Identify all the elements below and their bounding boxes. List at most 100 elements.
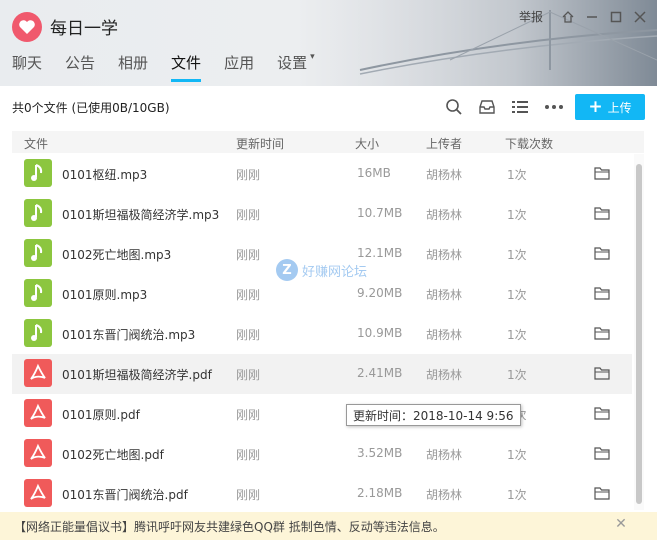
- file-uploader: 胡杨林: [426, 368, 463, 382]
- open-folder-icon[interactable]: [594, 286, 610, 300]
- file-time: 刚刚: [236, 448, 261, 462]
- tab-chat[interactable]: 聊天: [12, 52, 42, 79]
- file-size: 16MB: [357, 166, 391, 180]
- file-size: 3.52MB: [357, 446, 403, 460]
- search-icon[interactable]: [445, 98, 463, 116]
- file-name[interactable]: 0101东晋门阀统治.mp3: [62, 326, 195, 343]
- open-folder-icon[interactable]: [594, 366, 610, 380]
- watermark: Z 好赚网论坛: [276, 259, 367, 281]
- file-size: 2.18MB: [357, 486, 403, 500]
- file-name[interactable]: 0101原则.mp3: [62, 286, 147, 303]
- file-time: 刚刚: [236, 208, 261, 222]
- file-uploader: 胡杨林: [426, 168, 463, 182]
- file-downloads: 1次: [507, 448, 527, 462]
- skin-icon[interactable]: [561, 10, 575, 24]
- file-size: 10.9MB: [357, 326, 403, 340]
- list-view-icon[interactable]: [511, 98, 529, 116]
- file-time: 刚刚: [236, 168, 261, 182]
- file-size: 10.7MB: [357, 206, 403, 220]
- file-name[interactable]: 0102死亡地图.pdf: [62, 446, 164, 463]
- tab-bar: 聊天 公告 相册 文件 应用 设置 ▾: [12, 52, 338, 82]
- close-icon[interactable]: [633, 10, 647, 24]
- file-row[interactable]: 0101东晋门阀统治.mp3 刚刚 10.9MB 胡杨林 1次: [12, 314, 632, 354]
- tab-album[interactable]: 相册: [118, 52, 148, 79]
- file-name[interactable]: 0102死亡地图.mp3: [62, 246, 171, 263]
- group-name: 每日一学: [50, 19, 118, 39]
- pdf-file-icon: [24, 479, 52, 507]
- open-folder-icon[interactable]: [594, 446, 610, 460]
- file-time: 刚刚: [236, 288, 261, 302]
- pdf-file-icon: [24, 359, 52, 387]
- pdf-file-icon: [24, 439, 52, 467]
- open-folder-icon[interactable]: [594, 166, 610, 180]
- file-name[interactable]: 0101枢纽.mp3: [62, 166, 147, 183]
- file-downloads: 1次: [507, 288, 527, 302]
- col-uploader[interactable]: 上传者: [426, 135, 462, 152]
- report-button[interactable]: 举报: [519, 8, 543, 25]
- file-row[interactable]: 0101枢纽.mp3 刚刚 16MB 胡杨林 1次: [12, 154, 632, 194]
- group-logo-heart-icon: [12, 12, 42, 42]
- file-table-header: 文件 更新时间 大小 上传者 下载次数: [12, 131, 644, 153]
- file-row[interactable]: 0101东晋门阀统治.pdf 刚刚 2.18MB 胡杨林 1次: [12, 474, 632, 510]
- music-file-icon: [24, 199, 52, 227]
- minimize-icon[interactable]: [585, 10, 599, 24]
- col-downloads[interactable]: 下载次数: [505, 135, 553, 152]
- file-downloads: 1次: [507, 328, 527, 342]
- file-row[interactable]: 0101斯坦福极简经济学.mp3 刚刚 10.7MB 胡杨林 1次: [12, 194, 632, 234]
- file-time: 刚刚: [236, 368, 261, 382]
- open-folder-icon[interactable]: [594, 326, 610, 340]
- notice-bar: 【网络正能量倡议书】腾讯呼吁网友共建绿色QQ群 抵制色情、反动等违法信息。 ✕: [0, 512, 657, 540]
- file-size: 2.41MB: [357, 366, 403, 380]
- file-size: 9.20MB: [357, 286, 403, 300]
- watermark-logo-icon: Z: [276, 259, 298, 281]
- notice-text[interactable]: 【网络正能量倡议书】腾讯呼吁网友共建绿色QQ群 抵制色情、反动等违法信息。: [14, 518, 445, 535]
- update-time-tooltip: 更新时间：2018-10-14 9:56: [346, 404, 521, 426]
- file-row[interactable]: 0101原则.pdf刚刚1次: [12, 394, 632, 434]
- upload-button[interactable]: + 上传: [575, 94, 645, 120]
- inbox-icon[interactable]: [478, 98, 496, 116]
- col-file[interactable]: 文件: [24, 135, 48, 152]
- file-row[interactable]: 0101斯坦福极简经济学.pdf 刚刚 2.41MB 胡杨林 1次: [12, 354, 632, 394]
- open-folder-icon[interactable]: [594, 486, 610, 500]
- open-folder-icon[interactable]: [594, 246, 610, 260]
- file-uploader: 胡杨林: [426, 288, 463, 302]
- file-downloads: 1次: [507, 488, 527, 502]
- more-icon[interactable]: [544, 98, 563, 116]
- plus-icon: +: [588, 96, 603, 117]
- file-uploader: 胡杨林: [426, 488, 463, 502]
- file-list: 0101枢纽.mp3 刚刚 16MB 胡杨林 1次 0101斯坦福极简经济学.mp3 刚刚 1…: [12, 154, 632, 510]
- col-size[interactable]: 大小: [355, 135, 379, 152]
- tab-announcement[interactable]: 公告: [65, 52, 95, 79]
- file-size: 12.1MB: [357, 246, 403, 260]
- upload-label: 上传: [607, 100, 632, 115]
- col-time[interactable]: 更新时间: [236, 135, 284, 152]
- file-downloads: 1次: [507, 368, 527, 382]
- scrollbar[interactable]: [634, 154, 644, 510]
- file-name[interactable]: 0101东晋门阀统治.pdf: [62, 486, 188, 503]
- files-toolbar: 共0个文件 (已使用0B/10GB): [0, 86, 657, 126]
- file-time: 刚刚: [236, 248, 261, 262]
- tab-apps[interactable]: 应用: [224, 52, 254, 79]
- file-time: 刚刚: [236, 408, 261, 422]
- scrollbar-thumb[interactable]: [636, 164, 642, 504]
- open-folder-icon[interactable]: [594, 206, 610, 220]
- file-row[interactable]: 0102死亡地图.pdf 刚刚 3.52MB 胡杨林 1次: [12, 434, 632, 474]
- tab-settings-label: 设置: [277, 54, 308, 72]
- file-name[interactable]: 0101原则.pdf: [62, 406, 140, 423]
- music-file-icon: [24, 279, 52, 307]
- music-file-icon: [24, 159, 52, 187]
- window-controls: 举报: [519, 8, 647, 25]
- maximize-icon[interactable]: [609, 10, 623, 24]
- file-name[interactable]: 0101斯坦福极简经济学.pdf: [62, 366, 212, 383]
- notice-close-icon[interactable]: ✕: [614, 517, 628, 531]
- pdf-file-icon: [24, 399, 52, 427]
- file-uploader: 胡杨林: [426, 248, 463, 262]
- tab-settings[interactable]: 设置 ▾: [277, 52, 315, 79]
- open-folder-icon[interactable]: [594, 406, 610, 420]
- storage-summary: 共0个文件 (已使用0B/10GB): [12, 101, 170, 115]
- file-uploader: 胡杨林: [426, 208, 463, 222]
- file-name[interactable]: 0101斯坦福极简经济学.mp3: [62, 206, 219, 223]
- file-uploader: 胡杨林: [426, 448, 463, 462]
- file-time: 刚刚: [236, 488, 261, 502]
- tab-files[interactable]: 文件: [171, 52, 202, 82]
